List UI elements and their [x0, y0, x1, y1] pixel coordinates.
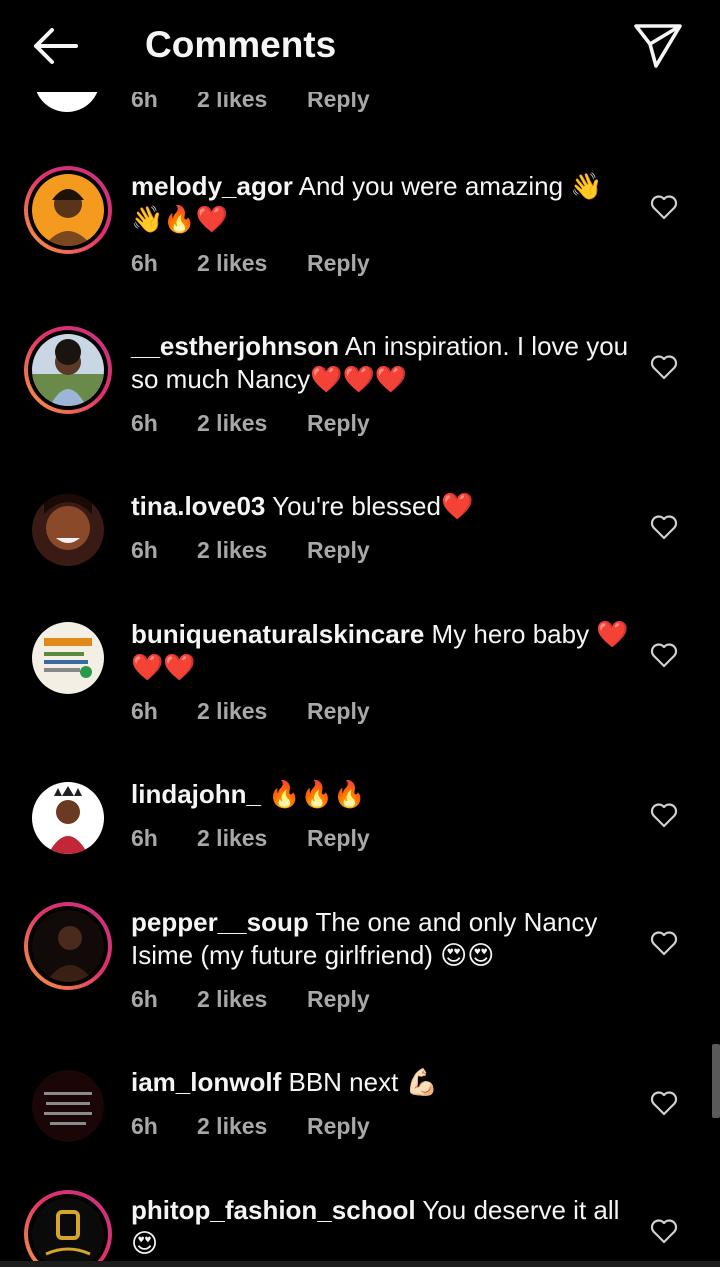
comments-list[interactable]: 6h 2 likes Reply melody_agor And you wer… [0, 0, 720, 1267]
reply-button[interactable]: Reply [307, 986, 370, 1013]
comment-likes[interactable]: 2 likes [197, 537, 307, 564]
comment-username[interactable]: iam_lonwolf [131, 1067, 281, 1097]
avatar[interactable] [24, 486, 112, 574]
like-heart-icon[interactable] [650, 354, 678, 380]
comment-time: 6h [131, 1113, 158, 1139]
comments-screen: 6h 2 likes Reply melody_agor And you wer… [0, 0, 720, 1267]
page-title: Comments [145, 24, 337, 65]
reply-button[interactable]: Reply [307, 410, 370, 437]
avatar[interactable] [24, 1190, 112, 1267]
comment-body: iam_lonwolf BBN next 💪🏻 [131, 1066, 631, 1099]
comment-body: buniquenaturalskincare My hero baby ❤️❤️… [131, 618, 631, 684]
comment-username[interactable]: lindajohn_ [131, 779, 261, 809]
avatar[interactable] [24, 774, 112, 862]
comment-likes[interactable]: 2 likes [197, 250, 307, 277]
comment-body: pepper__soup The one and only Nancy Isim… [131, 906, 631, 972]
comment-meta: 6h 2 likes Reply [131, 250, 370, 277]
comment-body: __estherjohnson An inspiration. I love y… [131, 330, 631, 396]
comment-body: melody_agor And you were amazing 👋👋🔥❤️ [131, 170, 631, 236]
comment-text: 🔥🔥🔥 [268, 779, 366, 809]
like-heart-icon[interactable] [650, 1090, 678, 1116]
like-heart-icon[interactable] [650, 930, 678, 956]
comment-likes[interactable]: 2 likes [197, 825, 307, 852]
comment-likes[interactable]: 2 likes [197, 698, 307, 725]
reply-button[interactable]: Reply [307, 250, 370, 277]
comment-username[interactable]: tina.love03 [131, 491, 265, 521]
comment-body: phitop_fashion_school You deserve it all… [131, 1194, 631, 1260]
like-heart-icon[interactable] [650, 194, 678, 220]
reply-button[interactable]: Reply [307, 1113, 370, 1140]
comment-time: 6h [131, 537, 158, 563]
comment-text: You're blessed❤️ [272, 491, 474, 521]
comment-meta: 6h 2 likes Reply [131, 825, 370, 852]
comment-likes[interactable]: 2 likes [197, 1113, 307, 1140]
comment-likes[interactable]: 2 likes [197, 410, 307, 437]
comment-username[interactable]: pepper__soup [131, 907, 309, 937]
reply-button[interactable]: Reply [307, 825, 370, 852]
comment-text: BBN next 💪🏻 [288, 1067, 438, 1097]
comment-meta: 6h 2 likes Reply [131, 1113, 370, 1140]
comment-username[interactable]: buniquenaturalskincare [131, 619, 424, 649]
comment-likes[interactable]: 2 likes [197, 986, 307, 1013]
like-heart-icon[interactable] [650, 642, 678, 668]
avatar[interactable] [24, 902, 112, 990]
comment-meta: 6h 2 likes Reply [131, 410, 370, 437]
comment-meta: 6h 2 likes Reply [131, 537, 370, 564]
avatar[interactable] [24, 326, 112, 414]
comment-meta: 6h 2 likes Reply [131, 986, 370, 1013]
avatar[interactable] [24, 614, 112, 702]
reply-button[interactable]: Reply [307, 698, 370, 725]
comment-username[interactable]: __estherjohnson [131, 331, 339, 361]
comment-time: 6h [131, 250, 158, 276]
comment-username[interactable]: melody_agor [131, 171, 293, 201]
comment-username[interactable]: phitop_fashion_school [131, 1195, 416, 1225]
comment-time: 6h [131, 825, 158, 851]
comment-body: tina.love03 You're blessed❤️ [131, 490, 631, 523]
paper-plane-icon[interactable] [632, 20, 684, 72]
avatar[interactable] [24, 166, 112, 254]
comment-body: lindajohn_ 🔥🔥🔥 [131, 778, 631, 811]
like-heart-icon[interactable] [650, 514, 678, 540]
comment-time: 6h [131, 410, 158, 436]
like-heart-icon[interactable] [650, 1218, 678, 1244]
back-arrow-icon[interactable] [28, 22, 84, 70]
bottom-edge [0, 1261, 720, 1267]
header-bar: Comments [0, 0, 720, 92]
like-heart-icon[interactable] [650, 802, 678, 828]
scrollbar[interactable] [712, 1044, 720, 1118]
comment-meta: 6h 2 likes Reply [131, 698, 370, 725]
comment-time: 6h [131, 698, 158, 724]
comment-time: 6h [131, 986, 158, 1012]
reply-button[interactable]: Reply [307, 537, 370, 564]
avatar[interactable] [24, 1062, 112, 1150]
